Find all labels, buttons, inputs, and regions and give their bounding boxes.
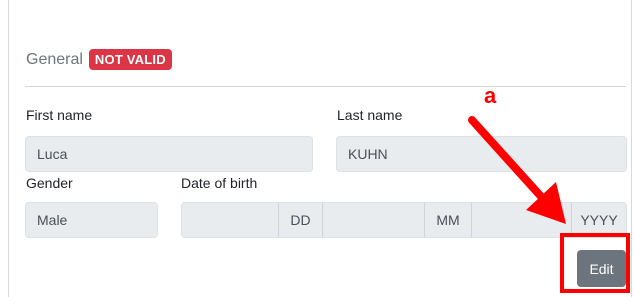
gender-field[interactable]: Male [25, 202, 158, 238]
day-input[interactable] [182, 203, 278, 237]
day-addon: DD [278, 203, 323, 237]
annotation-marker: a [484, 83, 497, 108]
section-title: General [26, 50, 83, 68]
gender-label: Gender [26, 175, 73, 191]
status-badge: NOT VALID [88, 49, 172, 70]
edit-highlight-box [560, 233, 630, 293]
last-name-value: KUHN [348, 146, 388, 162]
section-header: General NOT VALID [26, 49, 172, 70]
gender-value: Male [37, 212, 68, 228]
arrow-down-right-icon [468, 116, 566, 224]
first-name-value: Luca [37, 146, 68, 162]
last-name-label: Last name [337, 107, 403, 123]
date-of-birth-label: Date of birth [181, 175, 258, 191]
month-input[interactable] [323, 203, 424, 237]
first-name-field[interactable]: Luca [25, 136, 313, 172]
first-name-label: First name [26, 107, 93, 123]
divider [25, 86, 626, 87]
